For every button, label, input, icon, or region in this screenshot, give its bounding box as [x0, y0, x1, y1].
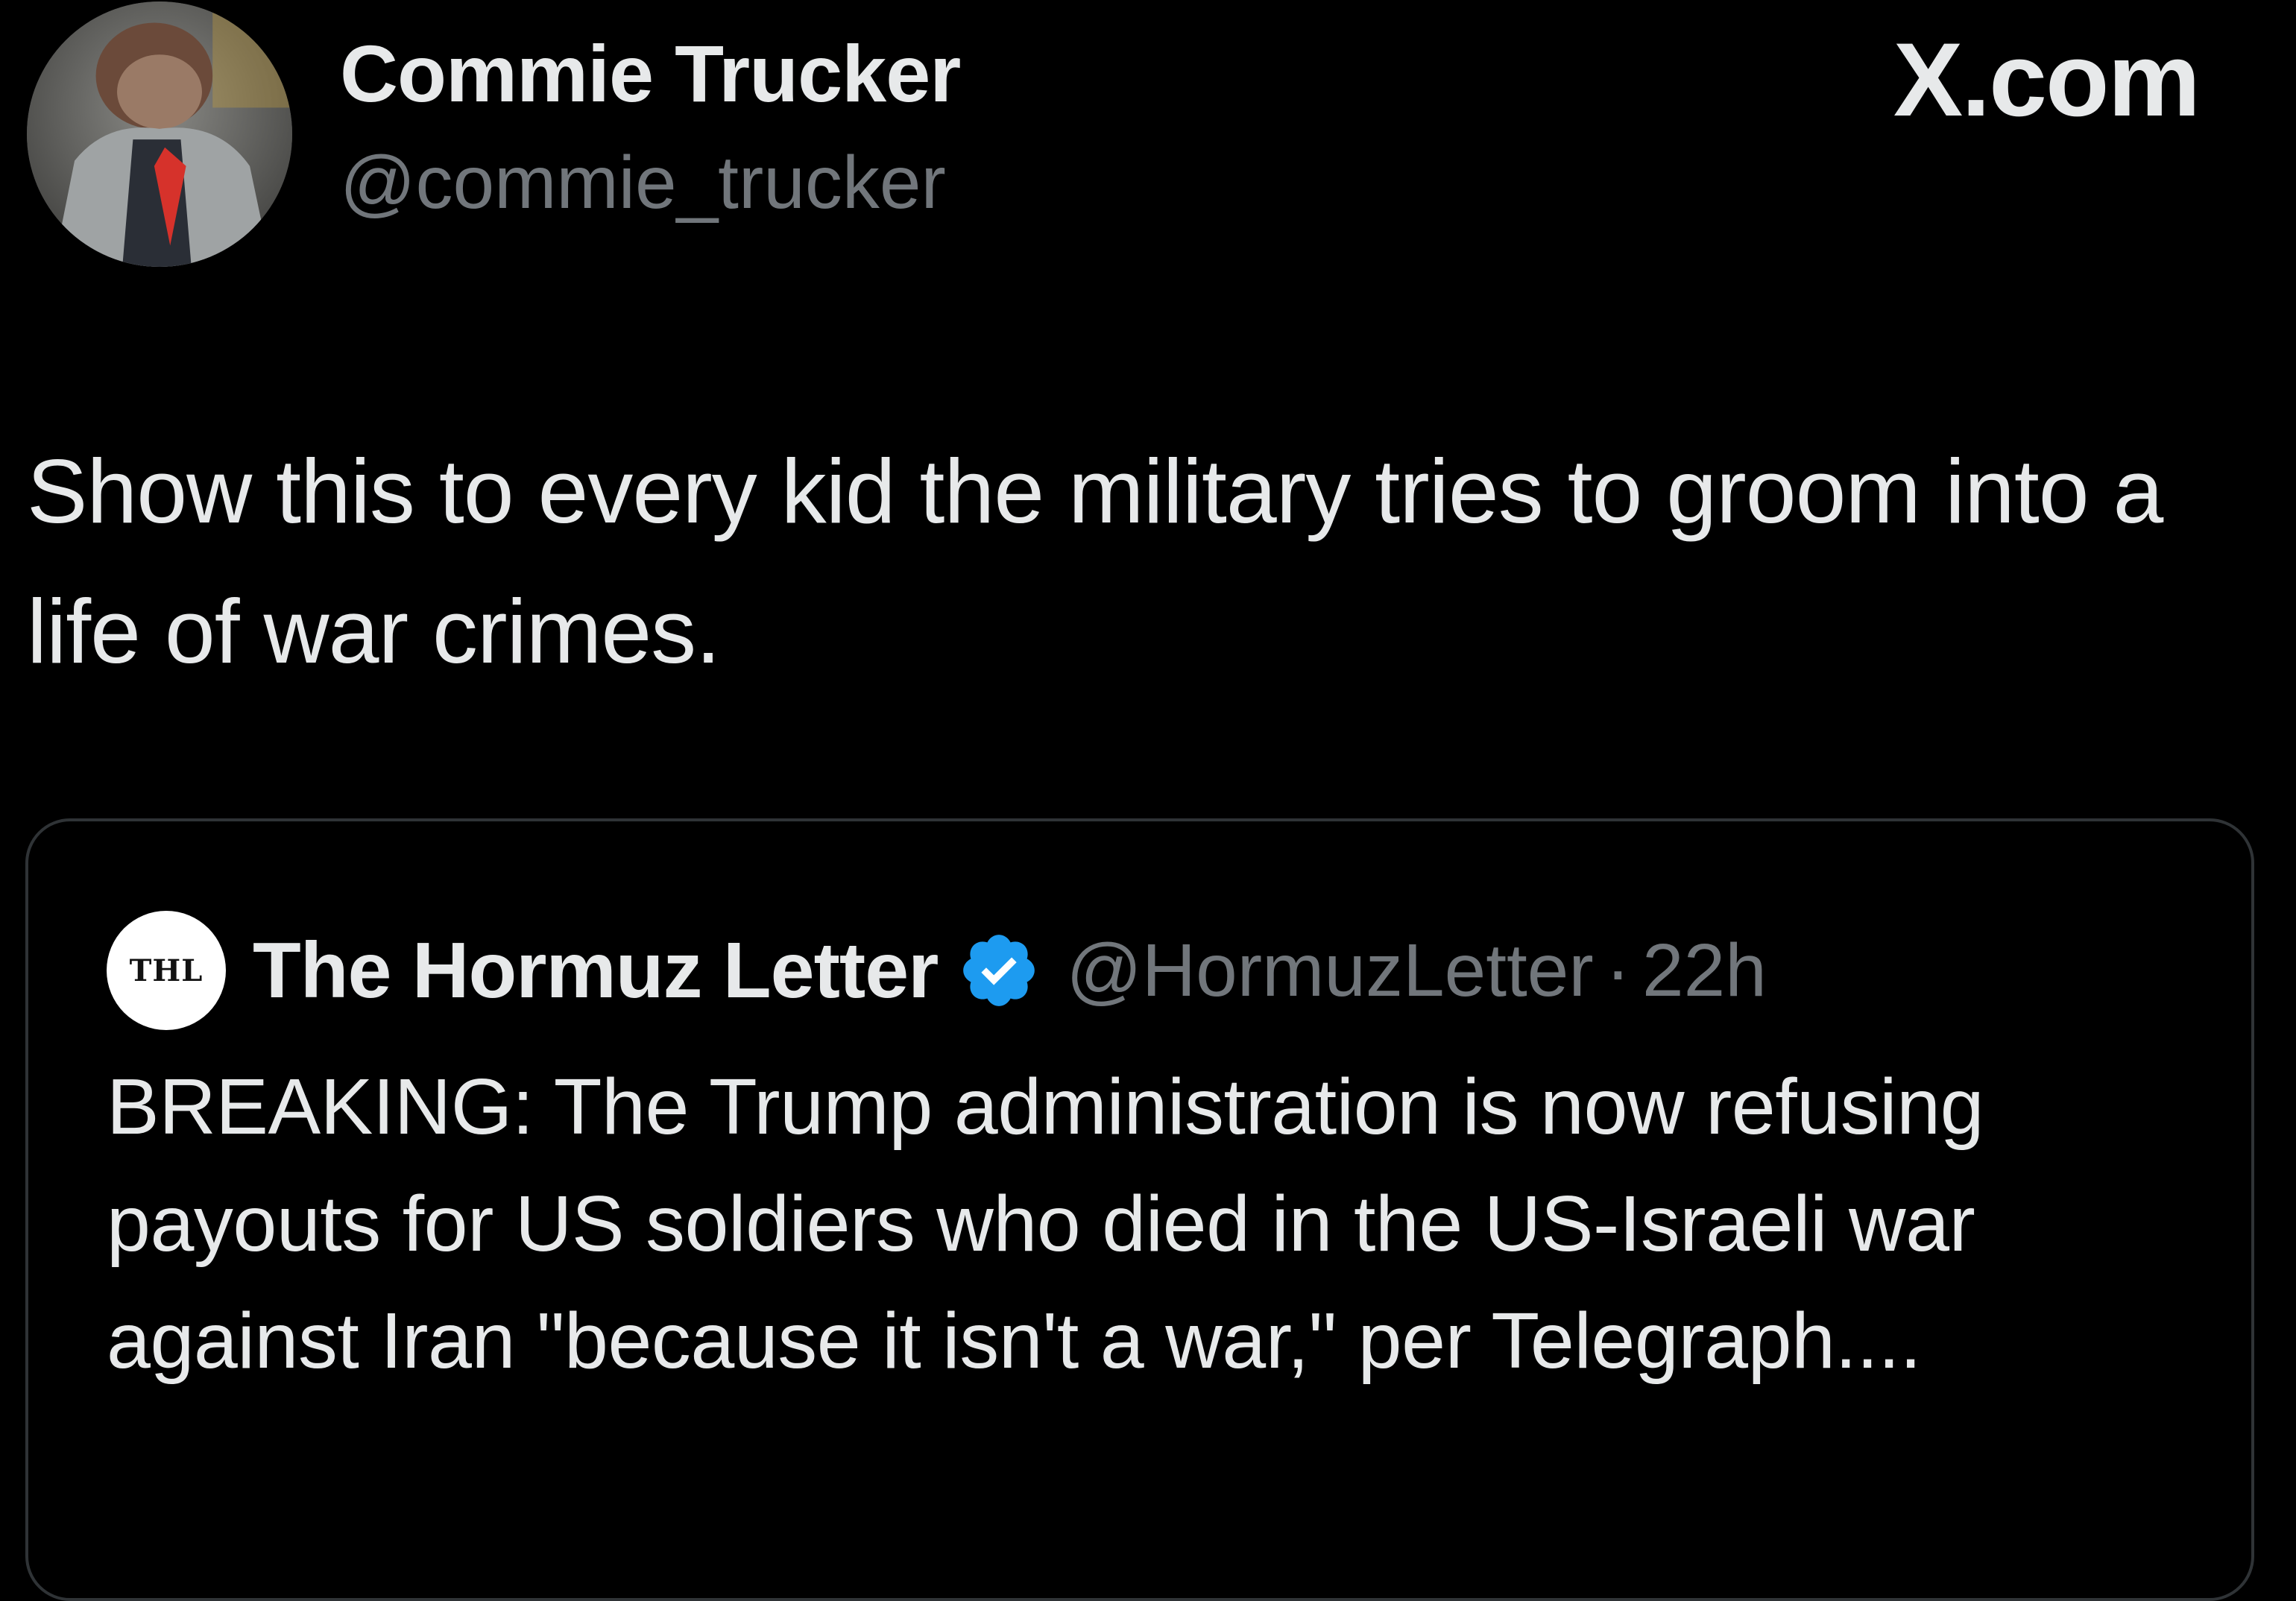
quoted-post-time[interactable]: 22h — [1642, 928, 1767, 1014]
quoted-author-avatar-text: THL — [129, 953, 204, 988]
separator-dot: · — [1605, 928, 1630, 1012]
author-avatar[interactable] — [27, 1, 292, 267]
verified-badge-icon — [957, 929, 1041, 1012]
quoted-post-header: THL The Hormuz Letter @HormuzLetter · 22… — [107, 911, 1767, 1030]
quoted-author-avatar[interactable]: THL — [107, 911, 226, 1030]
quoted-post-text: BREAKING: The Trump administration is no… — [107, 1063, 1984, 1385]
post-text: Show this to every kid the military trie… — [27, 440, 2163, 682]
site-label: X.com — [1893, 21, 2201, 138]
quoted-post-card[interactable]: THL The Hormuz Letter @HormuzLetter · 22… — [25, 818, 2254, 1601]
author-display-name[interactable]: Commie Trucker — [340, 29, 961, 119]
quoted-author-handle[interactable]: @HormuzLetter — [1066, 928, 1593, 1014]
author-handle[interactable]: @commie_trucker — [340, 142, 946, 224]
quoted-author-display-name[interactable]: The Hormuz Letter — [253, 926, 939, 1016]
post-container: Commie Trucker @commie_trucker X.com Sho… — [0, 0, 2296, 1601]
profile-photo-icon — [27, 1, 292, 267]
